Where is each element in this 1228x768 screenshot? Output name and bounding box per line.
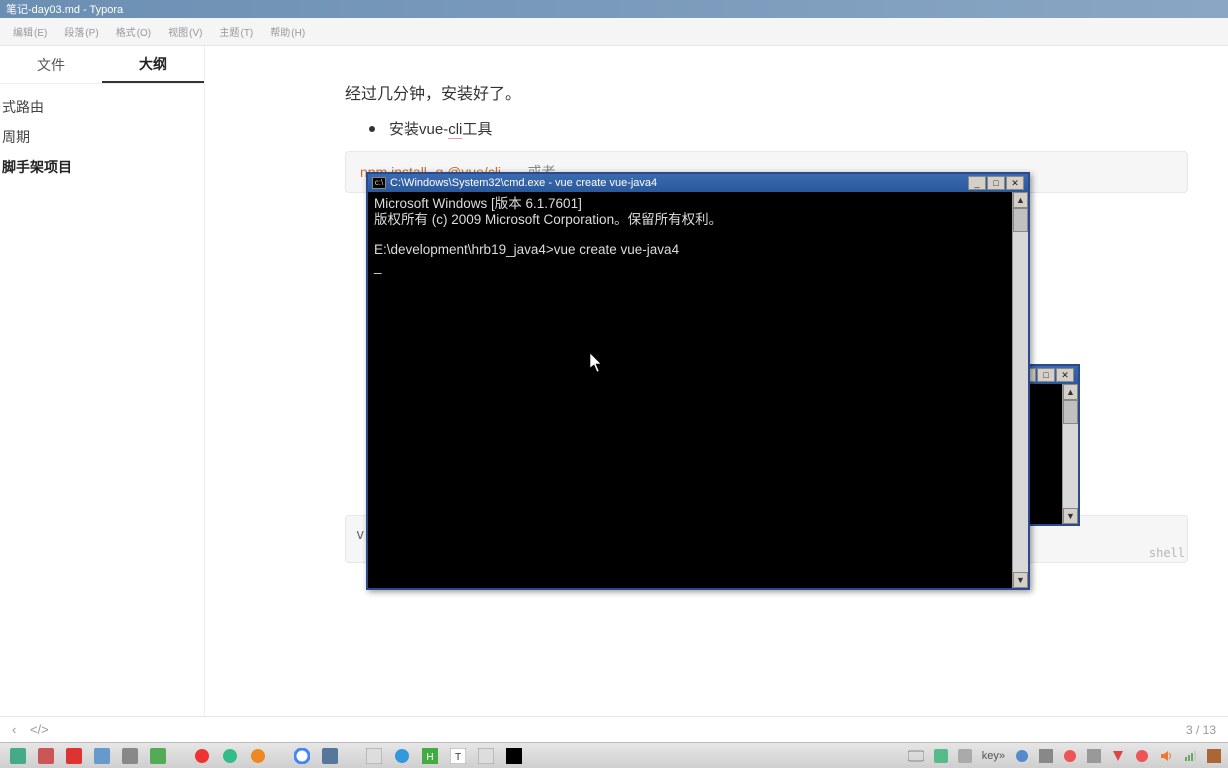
bullet-list: 安装vue-cli工具 <box>369 118 1188 139</box>
bullet-icon <box>369 126 375 132</box>
cmd-window: c:\ C:\Windows\System32\cmd.exe - vue cr… <box>366 172 1030 590</box>
taskbar-app-icon[interactable] <box>118 746 142 766</box>
taskbar-app-icon[interactable] <box>390 746 414 766</box>
menu-theme[interactable]: 主题(T) <box>210 22 261 41</box>
taskbar-app-icon[interactable] <box>290 746 314 766</box>
cmd-line: E:\development\hrb19_java4>vue create vu… <box>374 242 1022 258</box>
taskbar-app-icon[interactable] <box>474 746 498 766</box>
cmd-line: Microsoft Windows [版本 6.1.7601] <box>374 196 1022 212</box>
scroll-up-button[interactable]: ▲ <box>1063 384 1078 400</box>
back-button[interactable]: ‹ <box>12 722 16 737</box>
taskbar-app-icon[interactable] <box>6 746 30 766</box>
system-tray: key » <box>905 749 1224 763</box>
menu-view[interactable]: 视图(V) <box>159 22 210 41</box>
scroll-up-button[interactable]: ▲ <box>1013 192 1028 208</box>
source-code-toggle[interactable]: </> <box>30 722 49 737</box>
sidebar: 文件 大纲 式路由 周期 脚手架项目 <box>0 46 205 716</box>
close-button[interactable]: ✕ <box>1006 176 1024 190</box>
window-title-bar: 笔记-day03.md - Typora <box>0 0 1228 18</box>
tab-outline[interactable]: 大纲 <box>102 46 204 83</box>
footer-nav: ‹ </> <box>12 722 59 737</box>
outline-item[interactable]: 脚手架项目 <box>0 152 204 182</box>
paragraph: 经过几分钟，安装好了。 <box>345 80 1188 104</box>
scroll-thumb[interactable] <box>1013 208 1028 232</box>
sidebar-tabs: 文件 大纲 <box>0 46 204 84</box>
code-lang-label: shell <box>1149 546 1185 560</box>
outline-item[interactable]: 周期 <box>0 122 204 152</box>
tray-icon[interactable] <box>931 749 951 763</box>
menu-bar: 编辑(E) 段落(P) 格式(O) 视图(V) 主题(T) 帮助(H) <box>0 18 1228 46</box>
tray-icon[interactable] <box>1012 749 1032 763</box>
menu-paragraph[interactable]: 段落(P) <box>55 22 106 41</box>
svg-text:H: H <box>426 752 433 763</box>
cmd-line: 版权所有 (c) 2009 Microsoft Corporation。保留所有… <box>374 212 1022 228</box>
tray-icon[interactable] <box>1060 749 1080 763</box>
taskbar-app-icon[interactable]: H <box>418 746 442 766</box>
tray-icon[interactable] <box>1204 749 1224 763</box>
tray-icon[interactable] <box>1132 749 1152 763</box>
taskbar-app-icon[interactable] <box>90 746 114 766</box>
tray-key-label[interactable]: key » <box>979 750 1008 762</box>
taskbar-app-icon[interactable]: T <box>446 746 470 766</box>
taskbar-app-icon[interactable] <box>62 746 86 766</box>
tray-volume-icon[interactable] <box>1156 749 1176 763</box>
maximize-button[interactable]: □ <box>1037 368 1055 382</box>
taskbar-app-icon[interactable] <box>502 746 526 766</box>
window-title: 笔记-day03.md - Typora <box>6 1 123 17</box>
taskbar-app-icon[interactable] <box>190 746 214 766</box>
cmd-scrollbar[interactable]: ▲ ▼ <box>1062 384 1078 524</box>
taskbar-app-icon[interactable] <box>362 746 386 766</box>
close-button[interactable]: ✕ <box>1056 368 1074 382</box>
menu-help[interactable]: 帮助(H) <box>261 22 313 41</box>
outline-item[interactable]: 式路由 <box>0 92 204 122</box>
footer-position: 3 / 13 <box>1186 723 1216 737</box>
cmd-body[interactable]: Microsoft Windows [版本 6.1.7601] 版权所有 (c)… <box>368 192 1028 588</box>
tray-icon[interactable] <box>1084 749 1104 763</box>
maximize-button[interactable]: □ <box>987 176 1005 190</box>
scroll-down-button[interactable]: ▼ <box>1063 508 1078 524</box>
tray-network-icon[interactable] <box>1180 749 1200 763</box>
taskbar-app-icon[interactable] <box>318 746 342 766</box>
list-item: 安装vue-cli工具 <box>369 118 1188 139</box>
cmd-cursor: _ <box>374 259 1022 275</box>
cmd-title-bar[interactable]: c:\ C:\Windows\System32\cmd.exe - vue cr… <box>368 174 1028 192</box>
tray-icon[interactable] <box>955 749 975 763</box>
code-text: v <box>356 527 364 543</box>
taskbar-app-icon[interactable] <box>246 746 270 766</box>
taskbar: H T key » <box>0 742 1228 768</box>
cmd-scrollbar[interactable]: ▲ ▼ <box>1012 192 1028 588</box>
scroll-down-button[interactable]: ▼ <box>1013 572 1028 588</box>
cmd-title-text: C:\Windows\System32\cmd.exe - vue create… <box>390 177 968 189</box>
tray-icon[interactable] <box>905 749 927 763</box>
editor-footer: ‹ </> 3 / 13 <box>0 716 1228 742</box>
list-text: 安装vue-cli工具 <box>389 118 492 139</box>
minimize-button[interactable]: _ <box>968 176 986 190</box>
taskbar-app-icon[interactable] <box>146 746 170 766</box>
taskbar-app-icon[interactable] <box>34 746 58 766</box>
scroll-thumb[interactable] <box>1063 400 1078 424</box>
taskbar-app-icon[interactable] <box>218 746 242 766</box>
menu-format[interactable]: 格式(O) <box>107 22 159 41</box>
svg-text:T: T <box>455 752 461 763</box>
cmd-icon: c:\ <box>372 177 386 189</box>
outline-list: 式路由 周期 脚手架项目 <box>0 84 204 190</box>
tray-icon[interactable] <box>1036 749 1056 763</box>
tray-icon[interactable] <box>1108 749 1128 763</box>
menu-edit[interactable]: 编辑(E) <box>4 22 55 41</box>
tab-files[interactable]: 文件 <box>0 46 102 83</box>
